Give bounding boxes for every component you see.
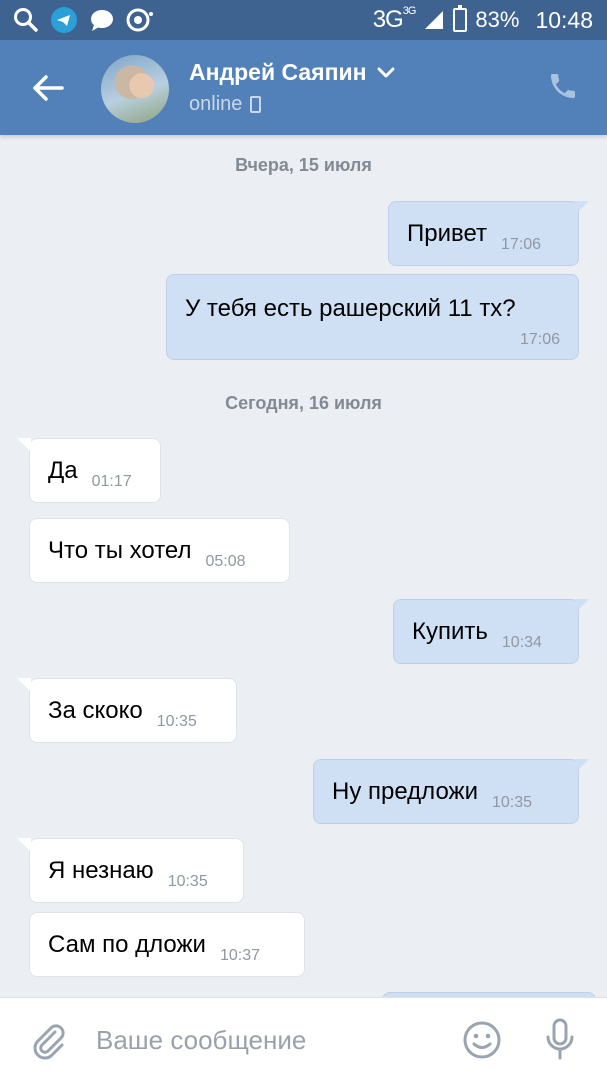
message-outgoing[interactable]: У тебя есть рашерский 11 тх? 17:06: [166, 274, 579, 360]
phone-icon: [551, 74, 575, 98]
online-status: online: [189, 93, 243, 115]
message-text: Сам по дложи: [48, 931, 206, 958]
chat-header: Андрей Саяпин online: [0, 40, 607, 135]
message-time: 10:34: [501, 634, 542, 651]
status-bar-system: 3G3G 83% 10:48: [372, 5, 593, 34]
status-bar-notifications: [12, 6, 154, 34]
call-button[interactable]: [547, 70, 583, 106]
smile-icon: [463, 1021, 501, 1059]
clock: 10:48: [535, 6, 593, 33]
emoji-button[interactable]: [462, 1020, 502, 1060]
message-incoming[interactable]: Что ты хотел 05:08: [29, 518, 290, 583]
contact-status: online: [189, 93, 262, 116]
network-indicator: 3G3G: [372, 5, 417, 33]
microphone-icon: [546, 1018, 574, 1060]
record-icon: [126, 6, 154, 34]
chevron-down-icon: [377, 67, 394, 77]
signal-icon: [425, 11, 444, 29]
message-list[interactable]: Вчера, 15 июля Привет 17:06 У тебя есть …: [0, 135, 607, 997]
back-button[interactable]: [28, 68, 68, 108]
message-text: Купить: [412, 618, 488, 645]
message-incoming[interactable]: Да 01:17: [17, 438, 161, 503]
arrow-left-icon: [33, 75, 64, 101]
message-input[interactable]: [96, 1020, 436, 1060]
message-time: 17:06: [501, 236, 542, 253]
message-time: 10:35: [491, 794, 533, 811]
message-outgoing[interactable]: Привет 17:06: [388, 201, 589, 266]
date-separator: Вчера, 15 июля: [235, 155, 372, 175]
battery-percent: 83%: [475, 7, 520, 32]
message-text: За скоко: [48, 697, 143, 724]
message-text: У тебя есть рашерский 11 тх?: [185, 295, 516, 322]
message-text: Что ты хотел: [48, 537, 192, 564]
message-text: Ну предложи: [332, 778, 478, 805]
message-outgoing[interactable]: Купить 10:34: [393, 599, 589, 664]
message-incoming[interactable]: Я незнаю 10:35: [17, 838, 244, 903]
contact-name: Андрей Саяпин: [189, 59, 367, 85]
mobile-icon: [250, 96, 262, 113]
status-bar: 3G3G 83% 10:48: [0, 0, 607, 40]
paperclip-icon: [33, 1024, 65, 1060]
message-composer: [0, 997, 607, 1080]
message-time: 10:35: [156, 713, 197, 730]
message-time: 05:08: [205, 553, 246, 570]
message-time: 10:35: [167, 873, 208, 890]
battery-icon: [453, 5, 468, 32]
message-text: Привет: [407, 220, 488, 247]
search-icon: [12, 6, 40, 34]
message-outgoing[interactable]: Ну предложи 10:35: [313, 759, 589, 824]
contact-name-button[interactable]: Андрей Саяпин: [189, 59, 395, 86]
message-text: Да: [48, 457, 78, 484]
chat-bubble-icon: [88, 6, 116, 34]
message-time: 17:06: [519, 331, 560, 348]
attach-button[interactable]: [28, 1020, 68, 1060]
telegram-icon: [50, 6, 78, 34]
date-separator: Сегодня, 16 июля: [225, 393, 382, 413]
message-incoming[interactable]: Сам по дложи 10:37: [29, 912, 305, 977]
message-incoming[interactable]: За скоко 10:35: [17, 678, 237, 743]
avatar[interactable]: [101, 55, 169, 123]
message-time: 10:37: [219, 947, 260, 964]
message-text: Я незнаю: [48, 857, 154, 884]
voice-record-button[interactable]: [540, 1017, 580, 1061]
message-time: 01:17: [91, 473, 132, 490]
